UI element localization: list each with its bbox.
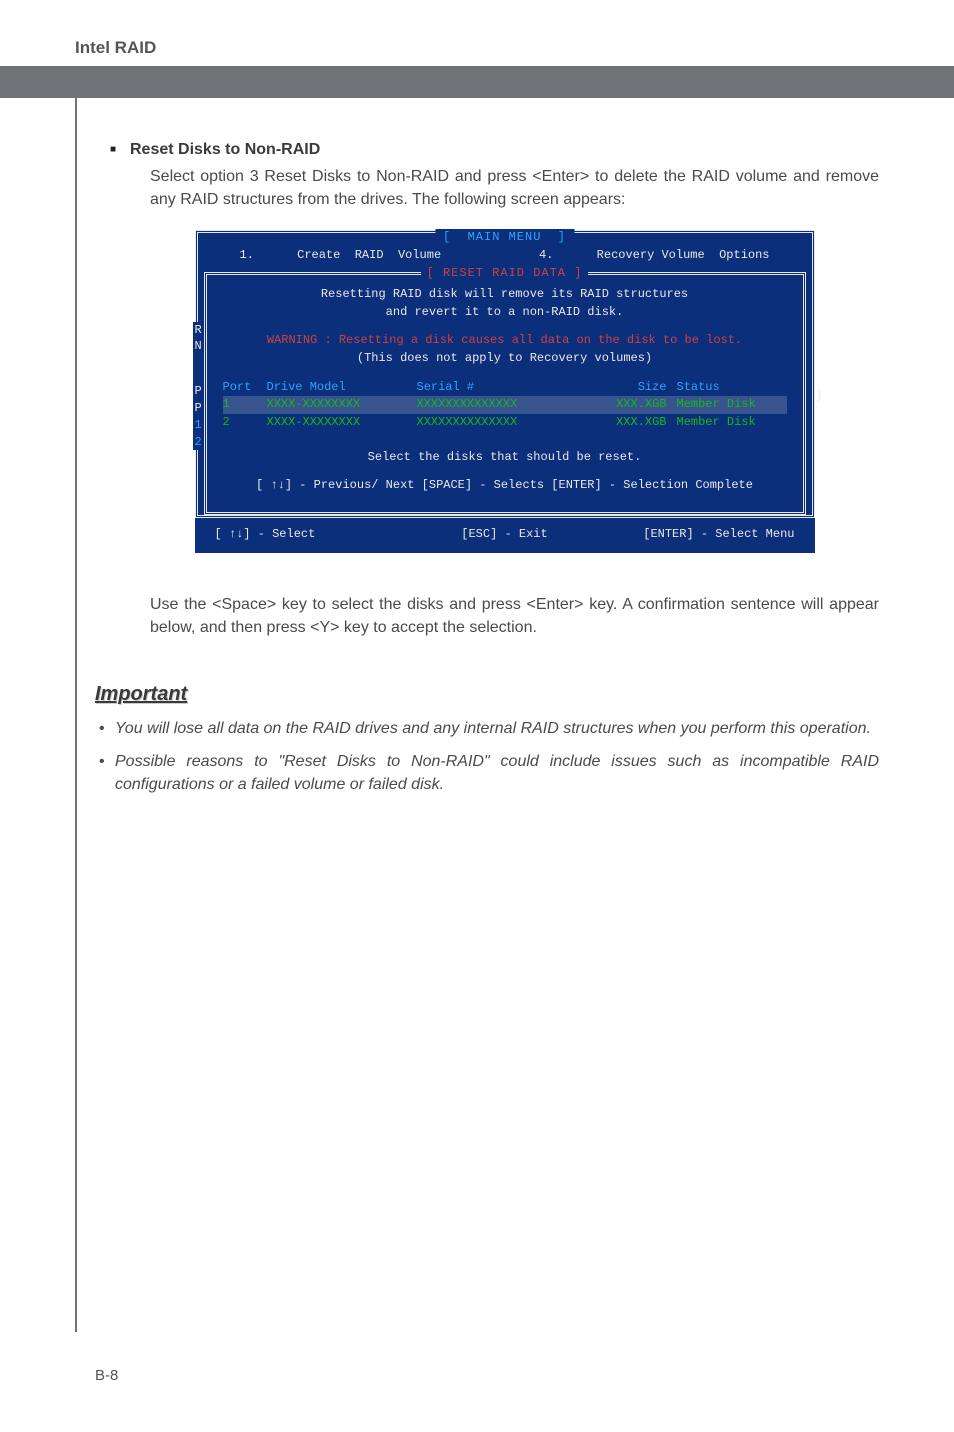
right-paren: ) [815, 388, 822, 405]
row2-drive: XXXX-XXXXXXXX [267, 414, 417, 431]
opt4-num: 4. [539, 248, 553, 262]
hdr-size: Size [577, 379, 667, 396]
bios-screenshot: R N P P 1 2 ) [ MAIN MENU ] 1. Create RA… [195, 230, 815, 554]
page-number: B-8 [95, 1367, 118, 1384]
left-rule [75, 74, 77, 1332]
reset-label: [ RESET RAID DATA ] [421, 265, 589, 282]
hdr-serial: Serial # [417, 379, 577, 396]
select-text: Select the disks that should be reset. [223, 449, 787, 466]
row1-size: XXX.XGB [577, 396, 667, 413]
bottom-select: [ ↑↓] - Select [215, 526, 408, 543]
section-para-1: Select option 3 Reset Disks to Non-RAID … [130, 165, 879, 211]
disk-row-2[interactable]: 2 XXXX-XXXXXXXX XXXXXXXXXXXXXX XXX.XGB M… [223, 414, 787, 431]
bottom-esc: [ESC] - Exit [408, 526, 601, 543]
row2-status: Member Disk [667, 414, 777, 431]
opt1-label: Create RAID Volume [297, 248, 441, 262]
row2-port: 2 [223, 414, 267, 431]
important-item-1: You will lose all data on the RAID drive… [95, 717, 879, 740]
hdr-status: Status [667, 379, 777, 396]
side-p1: P [193, 383, 204, 400]
row1-serial: XXXXXXXXXXXXXX [417, 396, 577, 413]
content-area: Reset Disks to Non-RAID Select option 3 … [0, 98, 954, 796]
disk-header: Port Drive Model Serial # Size Status [223, 379, 787, 396]
hdr-port: Port [223, 379, 267, 396]
side-1: 1 [193, 417, 204, 434]
reset-line-2: and revert it to a non-RAID disk. [223, 303, 787, 321]
row2-size: XXX.XGB [577, 414, 667, 431]
row2-serial: XXXXXXXXXXXXXX [417, 414, 577, 431]
side-letters: R N P P 1 2 [193, 322, 204, 451]
row1-port: 1 [223, 396, 267, 413]
side-2: 2 [193, 434, 204, 451]
bottom-bar: [ ↑↓] - Select [ESC] - Exit [ENTER] - Se… [195, 518, 815, 553]
disk-row-1[interactable]: 1 XXXX-XXXXXXXX XXXXXXXXXXXXXX XXX.XGB M… [223, 396, 787, 413]
important-list: You will lose all data on the RAID drive… [95, 717, 879, 797]
section-para-2: Use the <Space> key to select the disks … [130, 593, 879, 639]
opt4-label: Recovery Volume Options [597, 248, 770, 262]
nav-bar: [ ↑↓] - Previous/ Next [SPACE] - Selects… [223, 477, 787, 500]
side-r: R [193, 322, 204, 339]
reset-warn-2: (This does not apply to Recovery volumes… [223, 349, 787, 367]
main-menu-label: [ MAIN MENU ] [435, 229, 574, 246]
reset-box: [ RESET RAID DATA ] Resetting RAID disk … [204, 272, 806, 515]
opt1-num: 1. [240, 248, 254, 262]
important-item-2: Possible reasons to "Reset Disks to Non-… [95, 750, 879, 796]
row1-status: Member Disk [667, 396, 777, 413]
row1-drive: XXXX-XXXXXXXX [267, 396, 417, 413]
page-header: Intel RAID [0, 0, 954, 66]
important-title: Important [95, 680, 879, 709]
reset-line-1: Resetting RAID disk will remove its RAID… [223, 285, 787, 303]
reset-warn-1: WARNING : Resetting a disk causes all da… [223, 331, 787, 349]
side-n: N [193, 338, 204, 355]
hdr-drive: Drive Model [267, 379, 417, 396]
section-title: Reset Disks to Non-RAID [130, 138, 879, 161]
bottom-enter: [ENTER] - Select Menu [601, 526, 794, 543]
side-p2: P [193, 400, 204, 417]
disk-table: Port Drive Model Serial # Size Status 1 … [223, 379, 787, 431]
header-bar [0, 66, 954, 98]
